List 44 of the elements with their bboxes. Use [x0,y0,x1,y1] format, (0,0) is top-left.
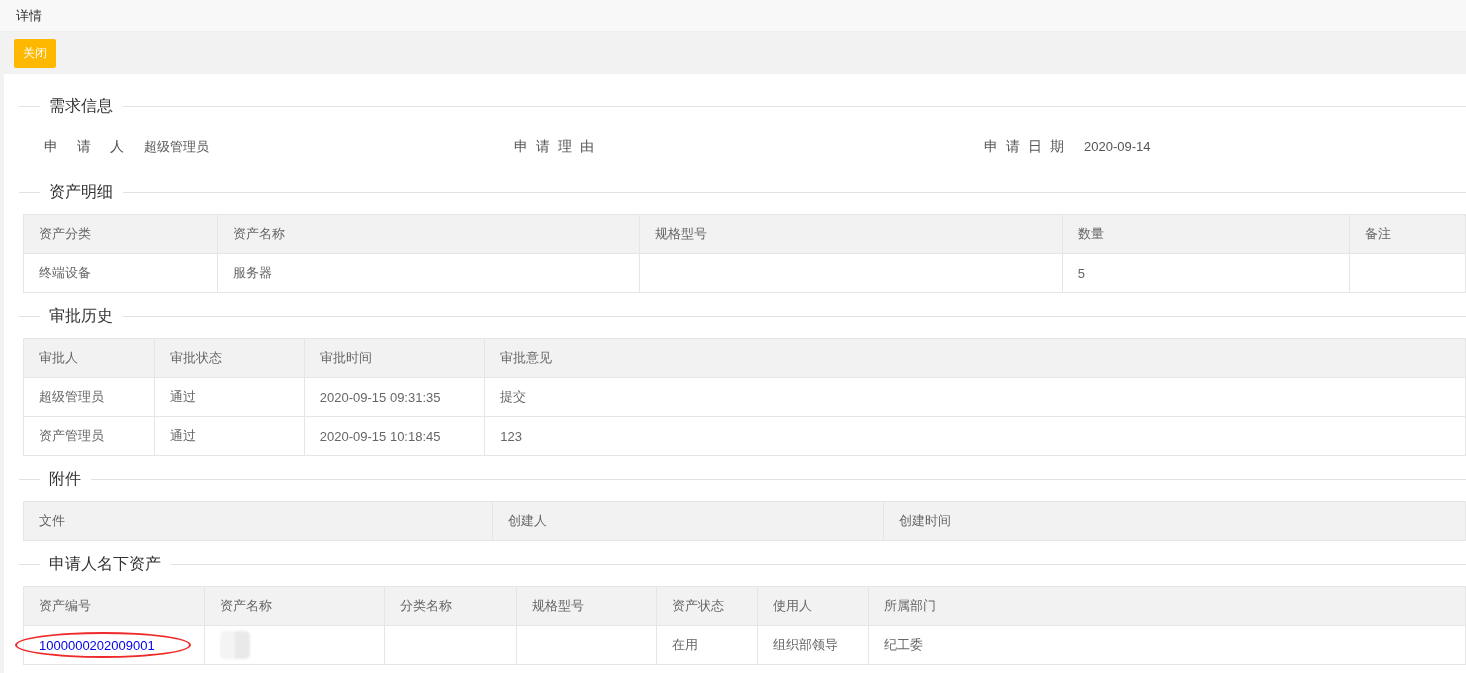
column-header: 资产状态 [656,586,758,626]
column-header: 审批状态 [154,338,305,378]
column-header: 备注 [1349,214,1466,254]
section-title: 附件 [48,468,81,489]
column-header: 创建时间 [883,501,1466,541]
column-header: 审批人 [23,338,155,378]
table-cell: 5 [1062,253,1350,293]
table-cell: 2020-09-15 09:31:35 [304,377,485,417]
column-header: 审批时间 [304,338,485,378]
table-cell: 纪工委 [868,625,1466,665]
field-label: 申请日期 [984,138,1064,156]
column-header: 数量 [1062,214,1350,254]
table-cell: 通过 [154,416,305,456]
column-header: 审批意见 [484,338,1466,378]
column-header: 规格型号 [639,214,1063,254]
table-cell: 组织部领导 [757,625,869,665]
section-title: 申请人名下资产 [48,553,161,574]
table-cell: 终端设备 [23,253,218,293]
section-title: 审批历史 [48,305,113,326]
column-header: 创建人 [492,501,884,541]
section-title: 需求信息 [48,95,113,116]
field-value: 超级管理员 [144,138,209,156]
column-header: 所属部门 [868,586,1466,626]
column-header: 资产分类 [23,214,218,254]
column-header: 资产名称 [204,586,385,626]
page-title: 详情 [16,6,42,25]
table-cell: 资产管理员 [23,416,155,456]
column-header: 文件 [23,501,493,541]
table-cell: 提交 [484,377,1466,417]
column-header: 资产名称 [217,214,640,254]
column-header: 分类名称 [384,586,517,626]
section-title: 资产明细 [48,181,113,202]
table-cell: 在用 [656,625,758,665]
table-cell: 通过 [154,377,305,417]
column-header: 使用人 [757,586,869,626]
field-value: 2020-09-14 [1084,139,1151,154]
table-cell: 超级管理员 [23,377,155,417]
field-label: 申请理由 [514,138,594,156]
table-cell: 123 [484,416,1466,456]
column-header: 资产编号 [23,586,205,626]
table-cell: 服务器 [217,253,640,293]
field-label: 申请人 [44,138,124,156]
table-cell: 2020-09-15 10:18:45 [304,416,485,456]
column-header: 规格型号 [516,586,657,626]
